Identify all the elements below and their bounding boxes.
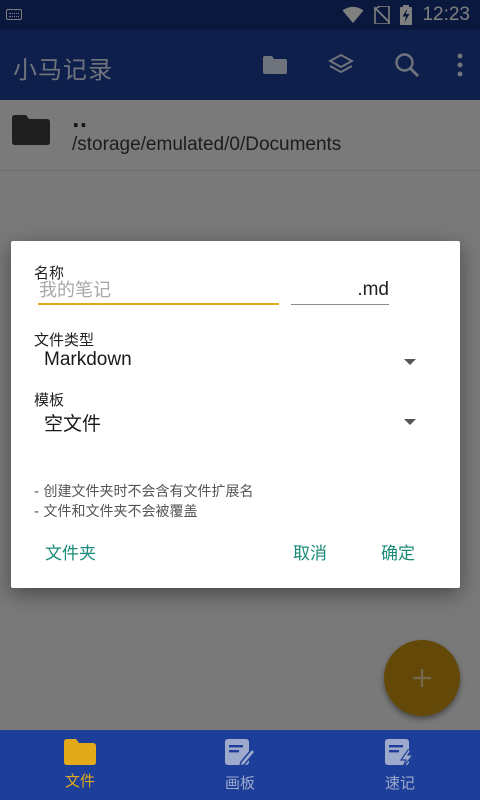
hint-line: - 创建文件夹时不会含有文件扩展名 xyxy=(34,484,254,500)
extension-field[interactable]: .md xyxy=(291,277,389,305)
template-select[interactable]: 空文件 xyxy=(44,405,416,439)
chevron-down-icon xyxy=(404,359,416,365)
nav-item-quick-notes[interactable]: 速记 xyxy=(320,730,480,800)
folder-icon xyxy=(64,739,96,765)
bottom-navigation: 文件 画板 速记 xyxy=(0,730,480,800)
file-type-value: Markdown xyxy=(44,349,132,370)
edit-note-icon xyxy=(225,739,256,768)
quick-note-icon xyxy=(385,739,415,768)
hint-line: - 文件和文件夹不会被覆盖 xyxy=(34,504,198,520)
extension-value: .md xyxy=(357,279,389,300)
new-file-dialog: 名称 .md 文件类型 Markdown 模板 空文件 - 创建文件夹时不会含有… xyxy=(11,241,460,588)
template-value: 空文件 xyxy=(44,414,102,435)
nav-item-files[interactable]: 文件 xyxy=(0,730,160,800)
cancel-button[interactable]: 取消 xyxy=(293,539,327,564)
nav-item-canvas[interactable]: 画板 xyxy=(160,730,320,800)
nav-label-files: 文件 xyxy=(64,772,95,790)
chevron-down-icon xyxy=(404,419,416,425)
confirm-button[interactable]: 确定 xyxy=(381,539,415,564)
nav-label-quick-notes: 速记 xyxy=(384,774,415,792)
folder-button[interactable]: 文件夹 xyxy=(45,539,96,564)
file-type-select[interactable]: Markdown xyxy=(44,345,416,379)
nav-label-canvas: 画板 xyxy=(224,774,255,792)
file-name-input[interactable] xyxy=(38,277,279,305)
